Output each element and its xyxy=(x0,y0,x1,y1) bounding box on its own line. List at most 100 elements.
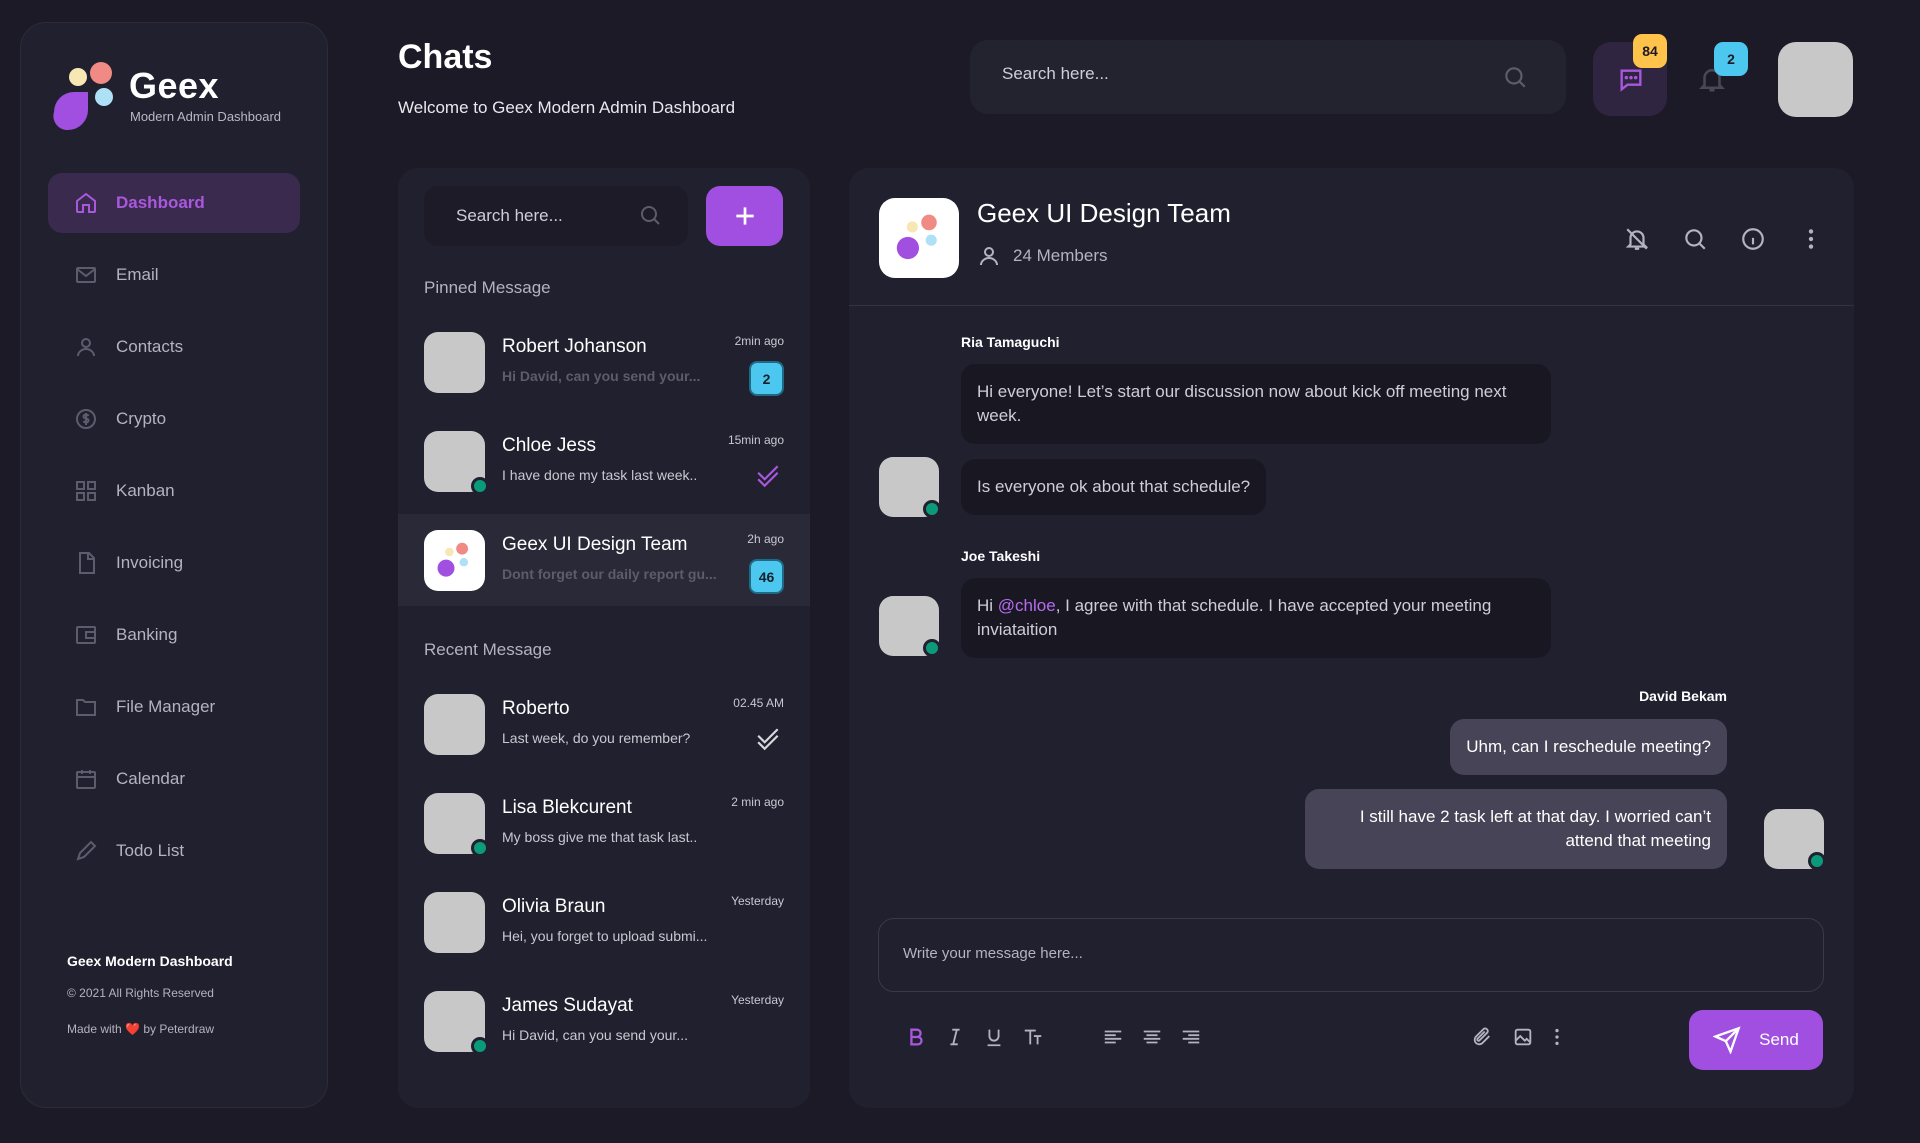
geex-logo-icon xyxy=(437,542,469,577)
sidebar-item-label: Todo List xyxy=(116,841,185,860)
plus-icon xyxy=(735,207,754,225)
italic-icon[interactable] xyxy=(944,1026,966,1048)
message-bubble: Is everyone ok about that schedule? xyxy=(961,459,1267,515)
mute-bell-icon[interactable] xyxy=(1624,226,1650,252)
group-avatar[interactable] xyxy=(879,198,959,278)
conversation-header: Geex UI Design Team 24 Members xyxy=(849,168,1854,306)
mention-link[interactable]: @chloe xyxy=(998,596,1056,615)
sidebar-item-dashboard[interactable]: Dashboard xyxy=(48,173,300,233)
chat-row-geex-ui-design-team[interactable]: Geex UI Design Team Dont forget our dail… xyxy=(398,514,810,606)
sidebar-nav: Dashboard Email Contacts Crypto Kanban I… xyxy=(48,173,300,893)
search-icon[interactable] xyxy=(1682,226,1708,252)
more-vertical-icon[interactable] xyxy=(1798,226,1824,252)
user-icon xyxy=(980,247,998,266)
pencil-icon xyxy=(76,840,97,861)
document-icon xyxy=(79,552,95,574)
message-bubble: Uhm, can I reschedule meeting? xyxy=(1450,719,1727,775)
chat-notifications-button[interactable]: 84 xyxy=(1593,34,1667,116)
chat-time: Yesterday xyxy=(731,993,784,1007)
chat-row-robert-johanson[interactable]: Robert Johanson Hi David, can you send y… xyxy=(398,316,810,408)
avatar xyxy=(424,332,485,393)
align-center-icon[interactable] xyxy=(1141,1026,1163,1048)
unread-count-badge: 2 xyxy=(749,361,784,396)
message-input[interactable] xyxy=(903,945,1783,962)
folder-icon xyxy=(76,699,96,716)
avatar xyxy=(424,694,485,755)
sidebar-item-email[interactable]: Email xyxy=(48,245,300,305)
online-indicator xyxy=(923,500,941,518)
chat-name: Lisa Blekcurent xyxy=(502,797,632,818)
text-size-icon[interactable] xyxy=(1022,1026,1044,1048)
brand-tagline: Modern Admin Dashboard xyxy=(130,109,282,124)
sidebar-item-kanban[interactable]: Kanban xyxy=(48,461,300,521)
chat-bubble-icon xyxy=(1620,69,1642,92)
more-vertical-icon[interactable] xyxy=(1546,1026,1568,1048)
chat-name: Roberto xyxy=(502,698,570,719)
top-search-bar xyxy=(970,40,1566,114)
geex-logo-icon xyxy=(53,62,113,131)
user-icon xyxy=(77,338,95,357)
sidebar-item-label: Calendar xyxy=(116,769,185,788)
pinned-section-label: Pinned Message xyxy=(424,278,551,297)
chat-time: 2h ago xyxy=(747,532,784,546)
sidebar-item-calendar[interactable]: Calendar xyxy=(48,749,300,809)
new-chat-button[interactable] xyxy=(706,186,783,246)
sidebar-item-file-manager[interactable]: File Manager xyxy=(48,677,300,737)
chat-row-olivia-braun[interactable]: Olivia Braun Hei, you forget to upload s… xyxy=(398,876,810,968)
chat-time: 15min ago xyxy=(727,433,784,447)
info-icon[interactable] xyxy=(1740,226,1766,252)
brand-name: Geex xyxy=(129,65,220,106)
search-icon[interactable] xyxy=(638,203,662,227)
mail-icon xyxy=(76,267,96,283)
sidebar-item-crypto[interactable]: Crypto xyxy=(48,389,300,449)
sidebar-item-invoicing[interactable]: Invoicing xyxy=(48,533,300,593)
send-button[interactable]: Send xyxy=(1689,1010,1823,1070)
chat-name: Olivia Braun xyxy=(502,896,606,917)
sidebar-item-label: File Manager xyxy=(116,697,216,716)
wallet-icon xyxy=(76,626,96,644)
chat-search-input[interactable] xyxy=(456,206,626,226)
chat-row-james-sudayat[interactable]: James Sudayat Hi David, can you send you… xyxy=(398,975,810,1067)
group-name: Geex UI Design Team xyxy=(977,198,1231,228)
sidebar-item-label: Invoicing xyxy=(116,553,184,572)
dollar-circle-icon xyxy=(76,409,96,429)
online-indicator xyxy=(471,839,489,857)
underline-icon[interactable] xyxy=(983,1026,1005,1048)
notifications-button[interactable]: 2 xyxy=(1693,42,1748,106)
chat-time: 2 min ago xyxy=(731,795,784,809)
message-bubble: Hi everyone! Let’s start our discussion … xyxy=(961,364,1551,444)
member-count-label: 24 Members xyxy=(1013,246,1108,265)
message-text: Hi xyxy=(977,596,998,615)
page-subtitle: Welcome to Geex Modern Admin Dashboard xyxy=(398,98,736,117)
paperclip-icon[interactable] xyxy=(1471,1026,1493,1048)
credit-prefix: Made with xyxy=(67,1022,122,1036)
chat-count-badge: 84 xyxy=(1633,34,1667,68)
message-bubble: Hi @chloe, I agree with that schedule. I… xyxy=(961,578,1551,658)
sidebar-item-label: Banking xyxy=(116,625,178,644)
chat-row-roberto[interactable]: Roberto Last week, do you remember? 02.4… xyxy=(398,678,810,770)
chat-preview: I have done my task last week.. xyxy=(502,467,698,483)
top-search-input[interactable] xyxy=(1002,64,1482,84)
sidebar-item-label: Email xyxy=(116,265,159,284)
search-icon[interactable] xyxy=(1502,64,1528,90)
align-left-icon[interactable] xyxy=(1102,1026,1124,1048)
grid-icon xyxy=(76,481,96,501)
chat-preview: Last week, do you remember? xyxy=(502,730,691,746)
bold-icon[interactable] xyxy=(905,1026,927,1048)
chat-name: Geex UI Design Team xyxy=(502,534,688,555)
sidebar-item-banking[interactable]: Banking xyxy=(48,605,300,665)
send-icon xyxy=(1713,1026,1741,1054)
sidebar-item-contacts[interactable]: Contacts xyxy=(48,317,300,377)
avatar xyxy=(424,892,485,953)
align-right-icon[interactable] xyxy=(1180,1026,1202,1048)
conversation-panel: Geex UI Design Team 24 Members Ria Tamag… xyxy=(849,168,1854,1108)
double-check-icon xyxy=(757,465,779,488)
sidebar-item-todo-list[interactable]: Todo List xyxy=(48,821,300,881)
chat-row-chloe-jess[interactable]: Chloe Jess I have done my task last week… xyxy=(398,415,810,507)
image-icon[interactable] xyxy=(1512,1026,1534,1048)
message-bubble: I still have 2 task left at that day. I … xyxy=(1305,789,1727,869)
online-indicator xyxy=(923,639,941,657)
chat-row-lisa-blekcurent[interactable]: Lisa Blekcurent My boss give me that tas… xyxy=(398,777,810,869)
user-avatar[interactable] xyxy=(1778,42,1853,117)
message-sender: Joe Takeshi xyxy=(961,548,1041,564)
